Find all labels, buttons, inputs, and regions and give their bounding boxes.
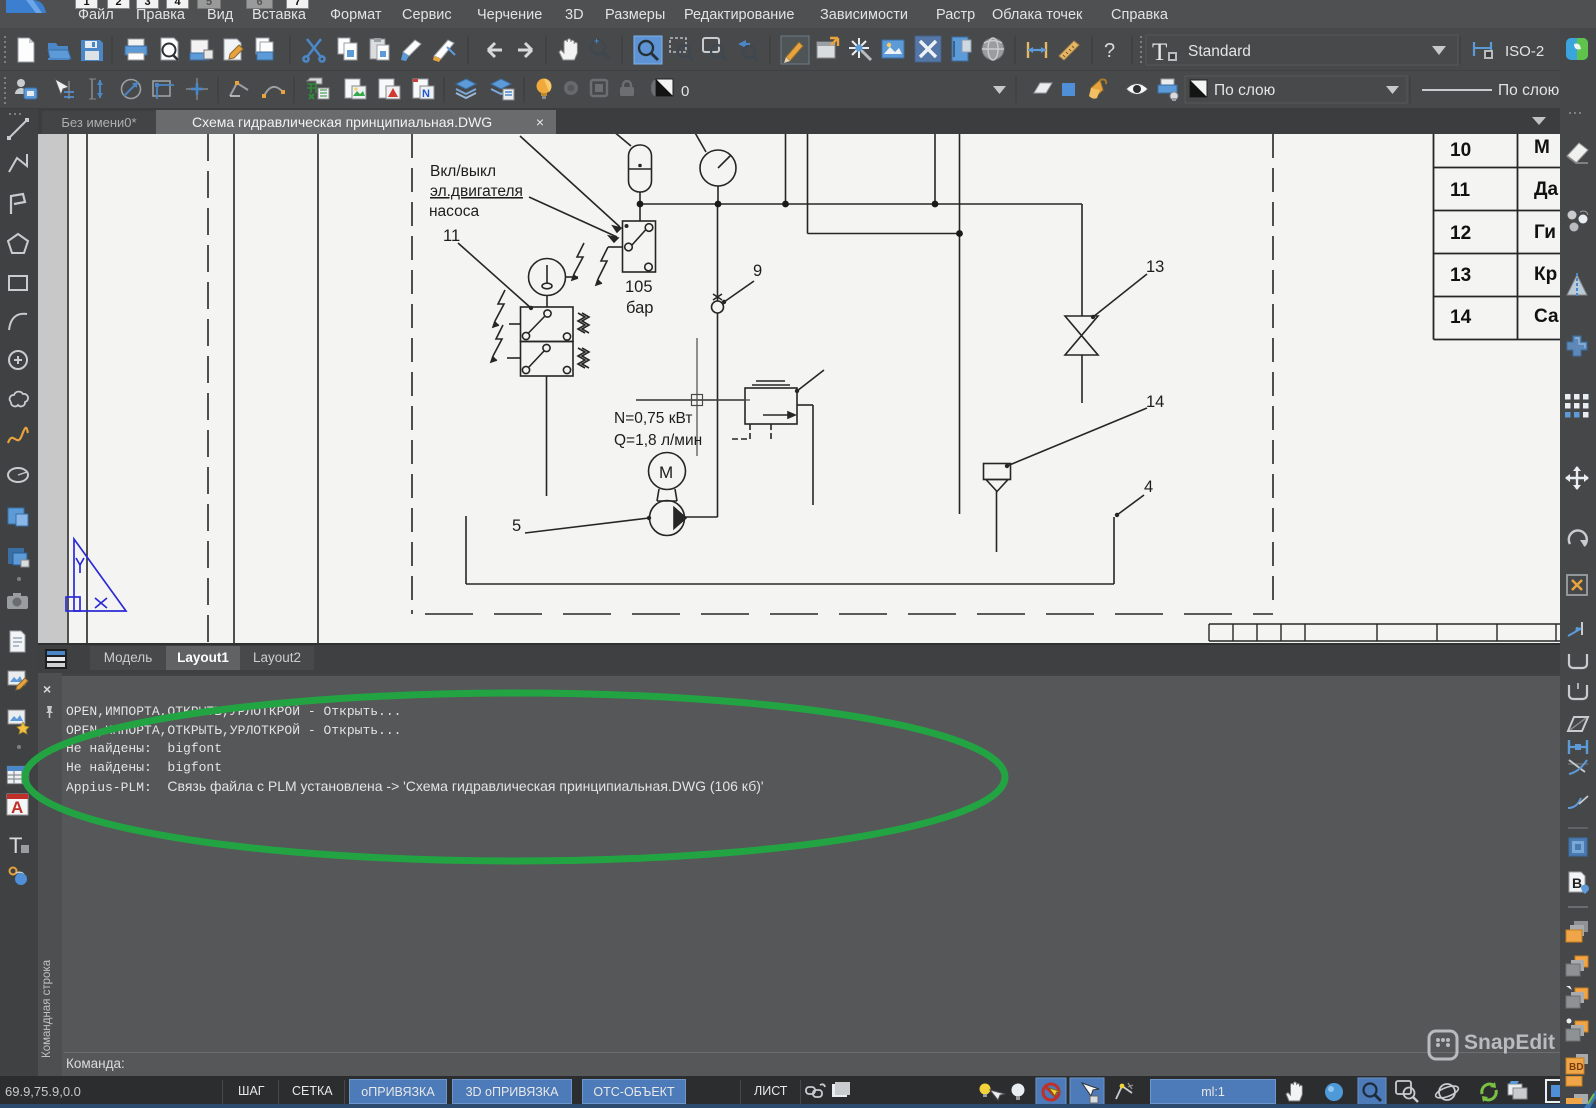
svg-text:+: + [594, 36, 599, 46]
svg-text:N=0,75 кВт: N=0,75 кВт [614, 410, 692, 427]
svg-text:По слою: По слою [1498, 82, 1559, 99]
svg-text:бар: бар [626, 299, 653, 317]
svg-text:0: 0 [681, 83, 689, 100]
svg-text:ISO-2: ISO-2 [1505, 43, 1544, 60]
svg-text:Q=1,8 л/мин: Q=1,8 л/мин [614, 432, 702, 449]
svg-text:Да: Да [1534, 179, 1559, 200]
svg-text:14: 14 [1146, 393, 1164, 411]
svg-text:9: 9 [753, 262, 762, 280]
svg-text:14: 14 [1450, 307, 1472, 328]
svg-text:12: 12 [1450, 223, 1471, 244]
svg-text:4: 4 [1144, 478, 1153, 496]
svg-text:105: 105 [625, 278, 653, 296]
svg-text:10: 10 [1450, 140, 1471, 161]
svg-text:11: 11 [1450, 180, 1471, 201]
svg-text:BD: BD [1569, 1062, 1583, 1073]
svg-text:11: 11 [443, 227, 460, 245]
svg-text:По слою: По слою [1214, 82, 1275, 99]
svg-text:13: 13 [1146, 258, 1164, 276]
svg-text:Са: Са [1534, 306, 1559, 327]
svg-text:M: M [659, 463, 673, 482]
svg-text:М: М [1534, 137, 1550, 158]
svg-text:13: 13 [1450, 265, 1471, 286]
svg-text:?: ? [1104, 40, 1115, 62]
svg-text:насоса: насоса [429, 203, 479, 220]
svg-text:B: B [1572, 875, 1582, 891]
svg-text:Вкл/выкл: Вкл/выкл [430, 163, 496, 180]
svg-text:5: 5 [512, 517, 521, 535]
svg-text:N: N [422, 88, 430, 100]
svg-text:Ги: Ги [1534, 222, 1556, 243]
svg-text:T: T [1152, 39, 1167, 66]
svg-text:эл.двигателя: эл.двигателя [430, 183, 523, 200]
svg-text:Standard: Standard [1188, 43, 1251, 60]
svg-text:Кр: Кр [1534, 264, 1557, 285]
